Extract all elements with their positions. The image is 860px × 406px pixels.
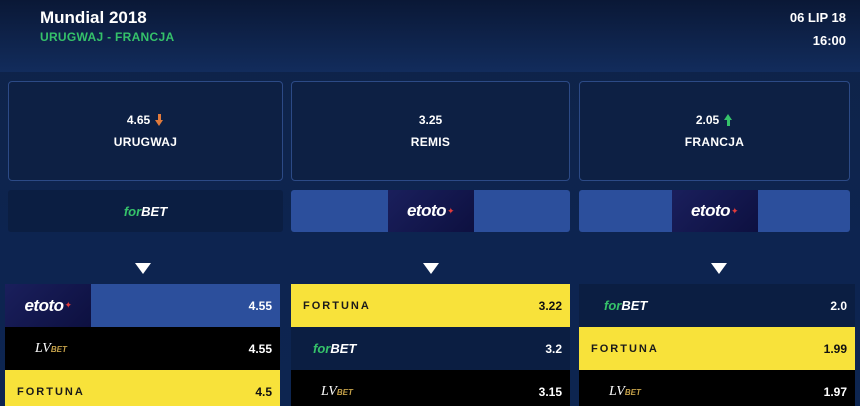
match-teams: URUGWAJ - FRANCJA xyxy=(40,30,175,44)
forbet-logo: forBET xyxy=(124,204,167,219)
etoto-star-icon: ✦ xyxy=(447,205,455,216)
chevron-down-icon[interactable] xyxy=(711,263,727,274)
etoto-logo: etoto ✦ xyxy=(5,284,91,327)
odd-value: 1.99 xyxy=(823,341,847,356)
list-item[interactable]: FORTUNA 3.22 xyxy=(291,284,570,327)
list-item[interactable]: LVBET 1.97 xyxy=(579,370,855,406)
forbet-logo-for: for xyxy=(604,298,622,313)
odd-value-away: 2.05 xyxy=(695,113,720,127)
forbet-logo-bet: BET xyxy=(330,341,357,356)
etoto-logo-text: etoto xyxy=(406,201,447,220)
match-time: 16:00 xyxy=(812,33,846,48)
bookmaker-list-away: forBET 2.0 FORTUNA 1.99 LVBET 1.97 xyxy=(579,284,855,406)
odd-label-home: URUGWAJ xyxy=(113,135,178,149)
etoto-logo-text: etoto xyxy=(690,201,731,220)
best-bookmaker-away[interactable]: etoto ✦ xyxy=(579,190,850,232)
match-title: Mundial 2018 xyxy=(40,8,147,27)
odd-box-away[interactable]: 2.05 FRANCJA xyxy=(579,81,850,181)
best-bookmaker-draw[interactable]: etoto ✦ xyxy=(291,190,570,232)
arrow-down-icon xyxy=(155,114,164,126)
lvbet-logo-lv: LV xyxy=(321,383,337,399)
fortuna-logo: FORTUNA xyxy=(17,385,85,398)
odd-value: 4.5 xyxy=(255,384,272,399)
odd-value-home-wrap: 4.65 xyxy=(127,113,164,127)
match-date: 06 LIP 18 xyxy=(789,10,846,25)
best-bookmaker-home[interactable]: forBET xyxy=(8,190,283,232)
list-item[interactable]: etoto ✦ 4.55 xyxy=(5,284,280,327)
forbet-logo: forBET xyxy=(604,298,647,313)
odd-value: 1.97 xyxy=(823,384,847,399)
bookmaker-list-draw: FORTUNA 3.22 forBET 3.2 LVBET 3.15 xyxy=(291,284,570,406)
odd-value: 4.55 xyxy=(248,341,272,356)
odd-value: 2.0 xyxy=(830,298,847,313)
odd-box-home[interactable]: 4.65 URUGWAJ xyxy=(8,81,283,181)
odd-box-draw[interactable]: 3.25 REMIS xyxy=(291,81,570,181)
list-item[interactable]: LVBET 3.15 xyxy=(291,370,570,406)
forbet-logo-bet: BET xyxy=(621,298,648,313)
list-item[interactable]: forBET 2.0 xyxy=(579,284,855,327)
fortuna-logo: FORTUNA xyxy=(303,299,371,312)
lvbet-logo-lv: LV xyxy=(609,383,625,399)
lvbet-logo-bet: BET xyxy=(624,387,641,397)
lvbet-logo-bet: BET xyxy=(336,387,353,397)
lvbet-logo: LVBET xyxy=(35,341,67,357)
lvbet-logo: LVBET xyxy=(321,384,353,400)
chevron-down-icon[interactable] xyxy=(423,263,439,274)
odd-value: 3.15 xyxy=(538,384,562,399)
arrow-up-icon xyxy=(724,114,733,126)
match-header: Mundial 2018 URUGWAJ - FRANCJA 06 LIP 18… xyxy=(0,0,860,72)
list-item[interactable]: FORTUNA 1.99 xyxy=(579,327,855,370)
lvbet-logo: LVBET xyxy=(609,384,641,400)
bookmaker-list-home: etoto ✦ 4.55 LVBET 4.55 FORTUNA 4.5 xyxy=(5,284,280,406)
odd-value-draw-wrap: 3.25 xyxy=(419,113,442,127)
chevron-down-icon[interactable] xyxy=(135,263,151,274)
etoto-logo: etoto ✦ xyxy=(387,190,474,232)
lvbet-logo-lv: LV xyxy=(35,340,51,356)
odd-value-home: 4.65 xyxy=(126,113,151,127)
odd-label-draw: REMIS xyxy=(410,135,451,149)
fortuna-logo: FORTUNA xyxy=(591,342,659,355)
etoto-star-icon: ✦ xyxy=(64,300,73,310)
odd-value-draw: 3.25 xyxy=(418,113,443,127)
forbet-logo-bet: BET xyxy=(141,203,168,219)
list-item[interactable]: FORTUNA 4.5 xyxy=(5,370,280,406)
forbet-logo: forBET xyxy=(313,341,356,356)
forbet-logo-for: for xyxy=(313,341,331,356)
lvbet-logo-bet: BET xyxy=(50,344,67,354)
list-item[interactable]: forBET 3.2 xyxy=(291,327,570,370)
list-item[interactable]: LVBET 4.55 xyxy=(5,327,280,370)
etoto-logo: etoto ✦ xyxy=(671,190,758,232)
odd-value: 4.55 xyxy=(248,298,272,313)
odd-value: 3.2 xyxy=(545,341,562,356)
etoto-logo-text: etoto xyxy=(24,295,64,315)
etoto-star-icon: ✦ xyxy=(731,205,739,216)
odd-value: 3.22 xyxy=(538,298,562,313)
odd-value-away-wrap: 2.05 xyxy=(696,113,733,127)
odd-label-away: FRANCJA xyxy=(684,135,745,149)
forbet-logo-for: for xyxy=(123,203,142,219)
